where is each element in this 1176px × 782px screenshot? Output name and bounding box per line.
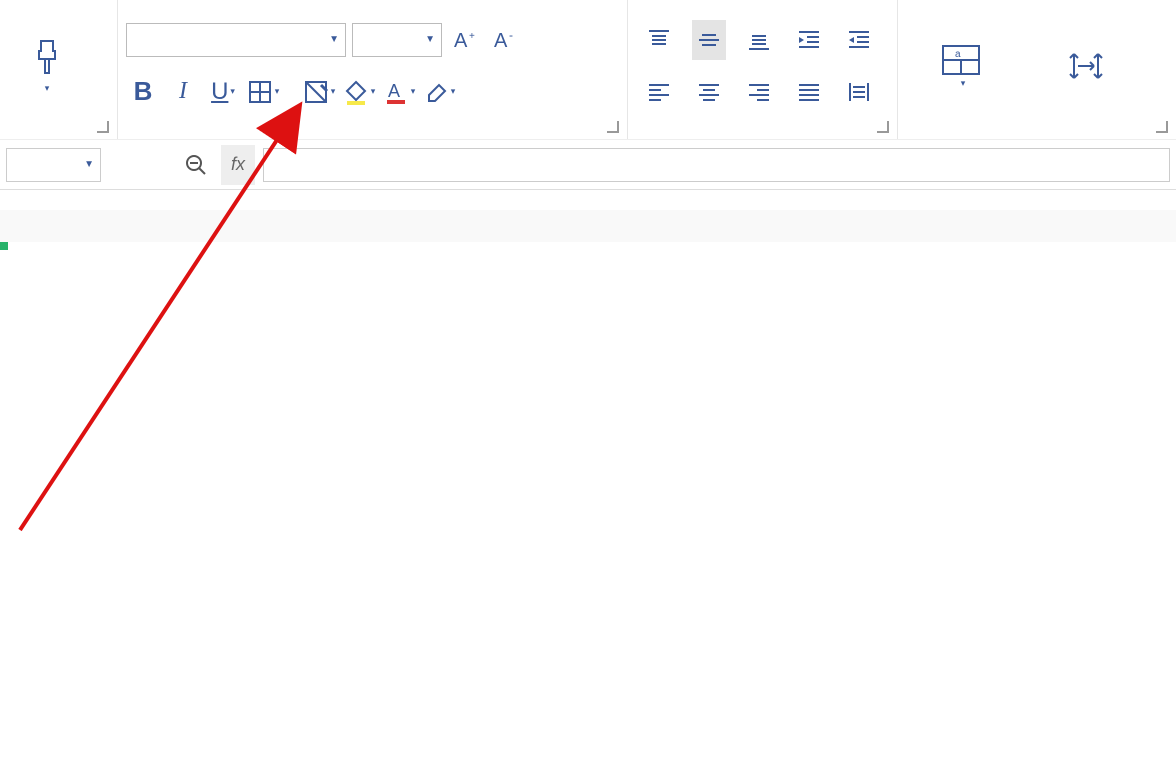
svg-text:+: + <box>469 31 475 42</box>
align-left-icon <box>646 79 672 105</box>
font-color-icon: A <box>383 79 409 105</box>
formula-input[interactable] <box>263 148 1170 182</box>
dropdown-arrow-icon: ▾ <box>230 86 235 97</box>
zoom-out-button[interactable] <box>179 145 213 185</box>
distribute-icon <box>846 79 872 105</box>
indent-increase-icon <box>846 27 872 53</box>
fill-color-icon <box>343 79 369 105</box>
name-box[interactable]: ▼ <box>6 148 101 182</box>
align-top-icon <box>646 27 672 53</box>
indent-decrease-button[interactable] <box>792 20 826 60</box>
group-merge: a ▾ <box>898 0 1176 139</box>
align-middle-icon <box>696 27 722 53</box>
cell-style-button[interactable]: ▾ <box>302 72 336 112</box>
increase-font-icon: A+ <box>452 27 478 53</box>
dropdown-arrow-icon: ▾ <box>371 86 376 97</box>
underline-icon: U <box>211 78 228 106</box>
fx-button[interactable]: fx <box>221 145 255 185</box>
align-bottom-button[interactable] <box>742 20 776 60</box>
svg-text:a: a <box>955 49 961 60</box>
eraser-button[interactable]: ▾ <box>422 72 456 112</box>
merge-center-button[interactable]: a ▾ <box>906 42 1016 89</box>
wrap-text-icon <box>1066 48 1106 84</box>
decrease-font-icon: A- <box>492 27 518 53</box>
justify-icon <box>796 79 822 105</box>
cell-grid[interactable] <box>0 242 1176 782</box>
paintbrush-icon <box>27 37 67 77</box>
font-name-combo[interactable]: ▼ <box>126 23 346 57</box>
dropdown-arrow-icon: ▾ <box>275 86 280 97</box>
align-middle-button[interactable] <box>692 20 726 60</box>
fx-icon: fx <box>231 154 245 175</box>
italic-icon: I <box>179 78 187 105</box>
chevron-down-icon: ▼ <box>425 34 435 45</box>
chevron-down-icon: ▼ <box>84 159 94 170</box>
align-left-button[interactable] <box>642 72 676 112</box>
spreadsheet-area <box>0 210 1176 782</box>
align-center-icon <box>696 79 722 105</box>
increase-font-button[interactable]: A+ <box>448 20 482 60</box>
group-alignment <box>628 0 898 139</box>
fill-color-button[interactable]: ▾ <box>342 72 376 112</box>
dropdown-arrow-icon: ▾ <box>451 86 456 97</box>
chevron-down-icon: ▼ <box>329 34 339 45</box>
dropdown-arrow-icon: ▾ <box>411 86 416 97</box>
font-color-button[interactable]: A ▾ <box>382 72 416 112</box>
borders-button[interactable]: ▾ <box>246 72 280 112</box>
format-painter-button[interactable]: ▾ <box>8 37 86 94</box>
align-bottom-icon <box>746 27 772 53</box>
cell-style-icon <box>303 79 329 105</box>
formula-bar: ▼ fx <box>0 140 1176 190</box>
svg-text:A: A <box>494 30 508 52</box>
align-right-button[interactable] <box>742 72 776 112</box>
align-center-button[interactable] <box>692 72 726 112</box>
svg-text:A: A <box>454 30 468 52</box>
wrap-text-button[interactable] <box>1036 48 1136 84</box>
group-clipboard: ▾ <box>0 0 118 139</box>
merge-center-icon: a <box>939 42 983 78</box>
ribbon: ▾ ▼ ▼ A+ A- B I U▾ <box>0 0 1176 140</box>
justify-button[interactable] <box>792 72 826 112</box>
svg-text:-: - <box>509 28 513 42</box>
indent-decrease-icon <box>796 27 822 53</box>
group-font: ▼ ▼ A+ A- B I U▾ ▾ ▾ <box>118 0 628 139</box>
bold-icon: B <box>134 76 153 107</box>
align-right-icon <box>746 79 772 105</box>
svg-text:A: A <box>388 81 400 101</box>
font-size-combo[interactable]: ▼ <box>352 23 442 57</box>
distribute-button[interactable] <box>842 72 876 112</box>
align-top-button[interactable] <box>642 20 676 60</box>
underline-button[interactable]: U▾ <box>206 72 240 112</box>
bold-button[interactable]: B <box>126 72 160 112</box>
dropdown-arrow-icon: ▾ <box>45 83 50 94</box>
column-headers <box>0 210 1176 242</box>
zoom-out-icon <box>184 153 208 177</box>
italic-button[interactable]: I <box>166 72 200 112</box>
indent-increase-button[interactable] <box>842 20 876 60</box>
dropdown-arrow-icon: ▾ <box>961 78 966 89</box>
eraser-icon <box>423 79 449 105</box>
dropdown-arrow-icon: ▾ <box>331 86 336 97</box>
decrease-font-button[interactable]: A- <box>488 20 522 60</box>
borders-icon <box>247 79 273 105</box>
